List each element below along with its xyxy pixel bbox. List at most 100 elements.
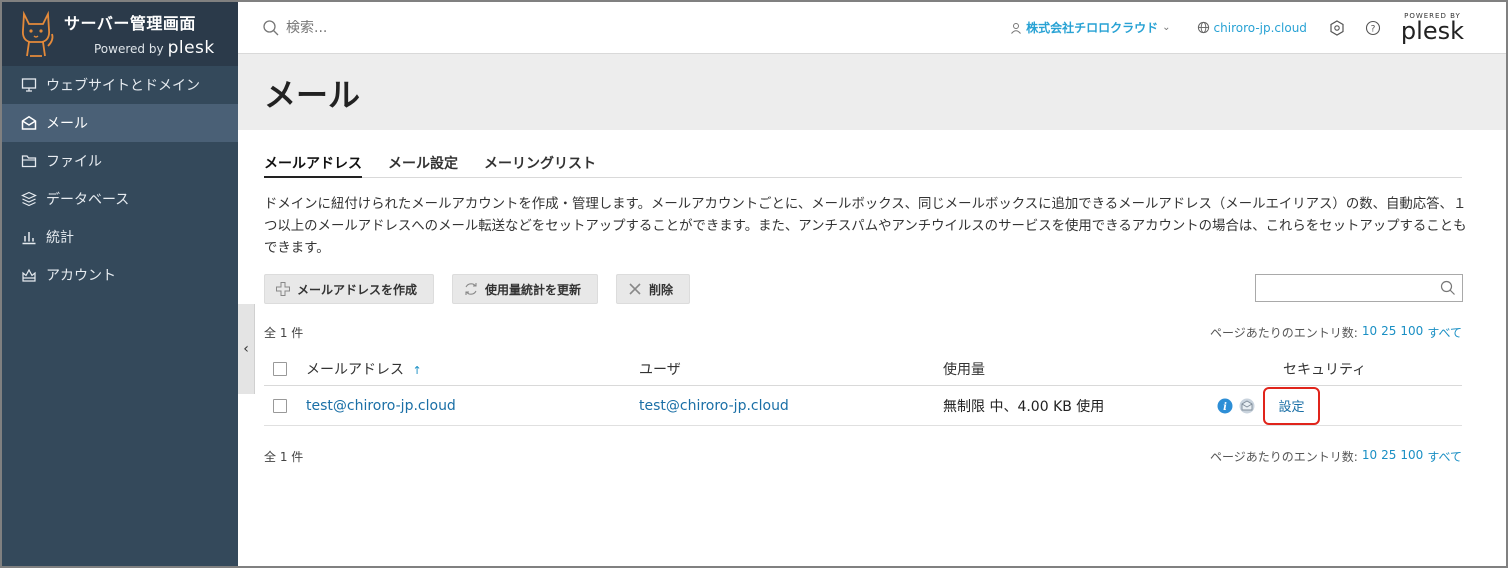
per-page-100[interactable]: 100 (1400, 448, 1423, 465)
tab-bar: メールアドレス メール設定 メーリングリスト (264, 152, 1462, 178)
domain-selector[interactable]: chiroro-jp.cloud (1197, 21, 1307, 35)
toolbar: メールアドレスを作成 使用量統計を更新 削除 (264, 274, 691, 304)
search-icon[interactable] (1440, 280, 1456, 296)
cat-logo-icon (21, 10, 54, 57)
svg-text:i: i (1223, 402, 1227, 413)
sidebar-item-label: アカウント (46, 268, 116, 284)
brand[interactable]: サーバー管理画面 Powered by plesk (2, 2, 238, 66)
mail-icon (20, 114, 38, 132)
domain-name: chiroro-jp.cloud (1213, 20, 1307, 35)
total-count-bottom: 全 1 件 (264, 450, 304, 464)
sidebar-item-label: ファイル (46, 154, 102, 170)
monitor-icon (20, 76, 38, 94)
sidebar-nav: ウェブサイトとドメイン メール ファイル データベース 統計 アカウント (2, 66, 238, 294)
help-icon[interactable]: ? (1365, 20, 1381, 36)
page-header: メール (238, 54, 1506, 130)
page-title: メール (264, 76, 361, 114)
create-mail-address-label: メールアドレスを作成 (297, 282, 418, 297)
sidebar-item-websites[interactable]: ウェブサイトとドメイン (2, 66, 238, 104)
security-icons: i (1216, 397, 1256, 415)
folder-icon (20, 152, 38, 170)
sidebar-item-label: メール (46, 116, 88, 132)
search-input[interactable] (286, 19, 586, 36)
chevron-down-icon: ⌄ (1162, 22, 1171, 33)
per-page-10[interactable]: 10 (1362, 324, 1377, 341)
refresh-usage-button[interactable]: 使用量統計を更新 (452, 274, 599, 304)
stats-icon (20, 228, 38, 246)
top-right-actions: 株式会社チロロクラウド ⌄ chiroro-jp.cloud ? POWERED… (1010, 12, 1506, 45)
settings-link[interactable]: 設定 (1263, 386, 1320, 425)
global-search (238, 19, 958, 37)
per-page-10[interactable]: 10 (1362, 448, 1377, 465)
svg-text:?: ? (1371, 24, 1376, 34)
sidebar-item-databases[interactable]: データベース (2, 180, 238, 218)
plesk-logo: POWERED BY plesk (1400, 12, 1464, 45)
create-mail-address-button[interactable]: メールアドレスを作成 (264, 274, 435, 304)
tab-mail-settings[interactable]: メール設定 (388, 152, 458, 178)
per-page-25[interactable]: 25 (1381, 324, 1396, 341)
top-bar: 株式会社チロロクラウド ⌄ chiroro-jp.cloud ? POWERED… (238, 2, 1506, 54)
page-description: ドメインに紐付けられたメールアカウントを作成・管理します。メールアカウントごとに… (264, 197, 1467, 256)
pagination-top: ページあたりのエントリ数: 10 25 100 すべて (1210, 324, 1462, 341)
account-name: 株式会社チロロクラウド (1026, 21, 1159, 35)
main-content: メールアドレス メール設定 メーリングリスト ドメインに紐付けられたメールアカウ… (238, 130, 1506, 566)
tab-mailing-lists[interactable]: メーリングリスト (484, 152, 596, 178)
row-checkbox[interactable] (273, 398, 287, 413)
row-usage: 無制限 中、4.00 KB 使用 (943, 398, 1105, 415)
per-page-all[interactable]: すべて (1427, 448, 1462, 465)
extensions-icon[interactable] (1329, 19, 1345, 36)
plus-icon (276, 282, 290, 296)
globe-icon (1197, 21, 1209, 34)
row-user-link[interactable]: test@chiroro-jp.cloud (639, 398, 943, 414)
brand-subtitle: Powered by plesk (94, 38, 215, 58)
search-icon (263, 19, 279, 35)
sidebar: サーバー管理画面 Powered by plesk ウェブサイトとドメイン メー… (2, 2, 238, 566)
antispam-mail-icon[interactable] (1238, 397, 1256, 415)
select-all-checkbox[interactable] (273, 361, 287, 376)
column-email-label: メールアドレス (306, 361, 404, 378)
info-icon[interactable]: i (1216, 397, 1234, 415)
delete-x-icon (629, 283, 641, 295)
delete-label: 削除 (649, 282, 674, 297)
plesk-wordmark: plesk (167, 38, 215, 58)
pagination-bottom: ページあたりのエントリ数: 10 25 100 すべて (1210, 448, 1462, 465)
sidebar-item-label: ウェブサイトとドメイン (46, 78, 200, 94)
row-email-link[interactable]: test@chiroro-jp.cloud (306, 398, 639, 414)
powered-by-text: Powered by (94, 42, 164, 56)
total-count-top: 全 1 件 (264, 326, 304, 340)
per-page-label: ページあたりのエントリ数: (1210, 326, 1358, 340)
sidebar-item-mail[interactable]: メール (2, 104, 238, 142)
sidebar-item-label: 統計 (46, 230, 74, 246)
list-search-box (1255, 274, 1463, 302)
account-icon (20, 266, 38, 284)
column-user: ユーザ (639, 361, 681, 378)
tab-mail-addresses[interactable]: メールアドレス (264, 152, 362, 178)
per-page-label: ページあたりのエントリ数: (1210, 450, 1358, 464)
user-icon (1011, 22, 1022, 34)
database-icon (20, 190, 38, 208)
column-security: セキュリティ (1228, 359, 1462, 379)
column-security-label: セキュリティ (1283, 361, 1367, 378)
per-page-all[interactable]: すべて (1427, 324, 1462, 341)
delete-button[interactable]: 削除 (616, 274, 691, 304)
column-usage: 使用量 (943, 361, 985, 378)
refresh-icon (465, 283, 477, 295)
column-email[interactable]: メールアドレス ↑ (306, 359, 639, 379)
sidebar-collapse-button[interactable]: ‹ (238, 304, 255, 394)
brand-title: サーバー管理画面 (64, 14, 196, 33)
sort-ascending-icon: ↑ (412, 363, 422, 377)
per-page-100[interactable]: 100 (1400, 324, 1423, 341)
account-menu[interactable]: 株式会社チロロクラウド ⌄ (1010, 19, 1171, 36)
plesk-wordmark-top: plesk (1400, 16, 1464, 45)
sidebar-item-files[interactable]: ファイル (2, 142, 238, 180)
sidebar-item-statistics[interactable]: 統計 (2, 218, 238, 256)
per-page-25[interactable]: 25 (1381, 448, 1396, 465)
list-search-input[interactable] (1256, 275, 1436, 301)
sidebar-item-account[interactable]: アカウント (2, 256, 238, 294)
sidebar-item-label: データベース (46, 192, 130, 208)
table-row: test@chiroro-jp.cloud test@chiroro-jp.cl… (264, 386, 1462, 426)
app-frame: サーバー管理画面 Powered by plesk ウェブサイトとドメイン メー… (0, 0, 1508, 568)
table-header: メールアドレス ↑ ユーザ 使用量 セキュリティ (264, 352, 1462, 386)
row-security: i 設定 (1217, 386, 1462, 425)
refresh-usage-label: 使用量統計を更新 (485, 282, 582, 297)
